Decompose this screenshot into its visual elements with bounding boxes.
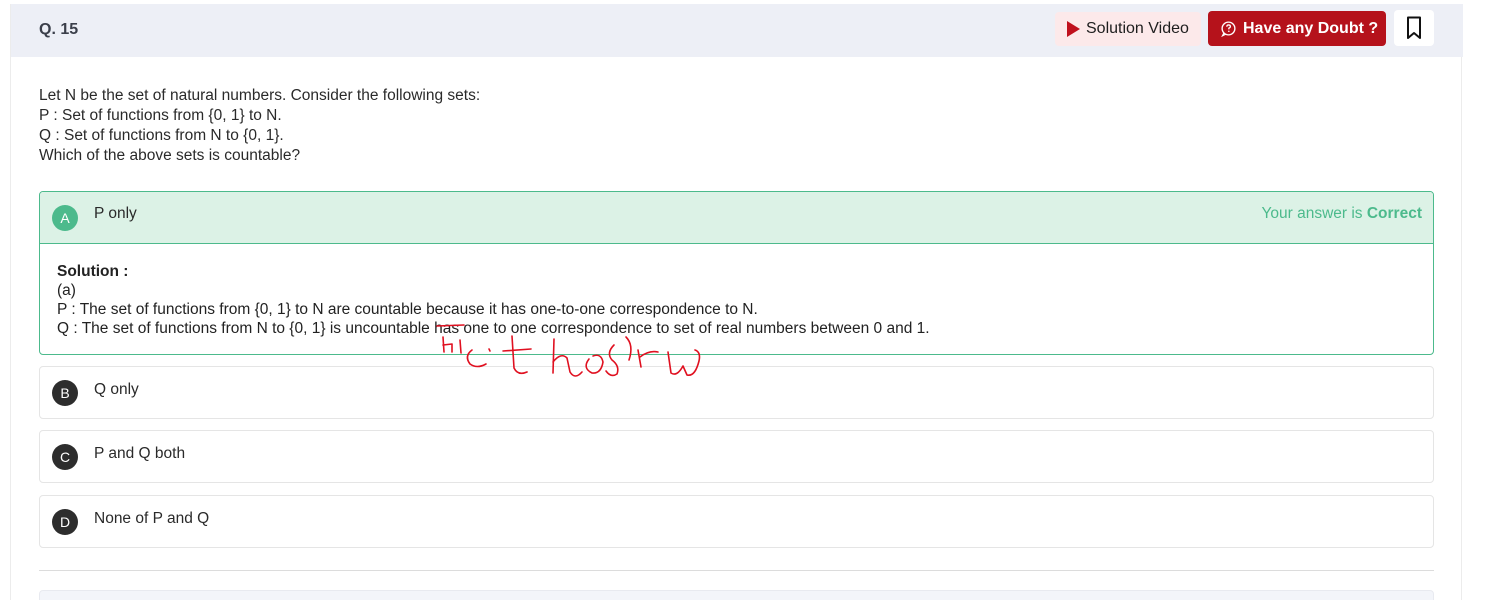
solution-line: (a) [57,282,76,299]
bookmark-icon [1407,16,1421,39]
option-a-header[interactable]: A P only Your answer is Correct [40,192,1433,244]
question-line: Which of the above sets is countable? [39,147,301,164]
answer-verdict: Your answer is Correct [1261,205,1422,223]
question-card: Q. 15 Solution Video Have any Doubt ? Le… [10,4,1463,600]
question-bubble-icon [1221,21,1236,37]
solution-panel: Solution : (a) P : The set of functions … [40,244,1433,338]
play-icon [1067,21,1080,37]
option-letter-badge: A [52,205,78,231]
question-line: P : Set of functions from {0, 1} to N. [39,107,282,124]
option-letter-badge: C [52,444,78,470]
option-text: P only [94,205,137,222]
have-doubt-label: Have any Doubt ? [1243,19,1379,37]
option-b[interactable]: B Q only [39,366,1434,419]
solution-line: Q : The set of functions from N to {0, 1… [57,320,930,337]
option-text: P and Q both [94,445,186,462]
option-d[interactable]: D None of P and Q [39,495,1434,548]
option-text: None of P and Q [94,510,210,527]
solution-video-button[interactable]: Solution Video [1055,12,1201,46]
question-header: Q. 15 Solution Video Have any Doubt ? [11,4,1463,57]
solution-video-label: Solution Video [1086,20,1189,37]
next-section-card [39,590,1434,600]
question-text: Let N be the set of natural numbers. Con… [39,86,480,166]
option-a-correct: A P only Your answer is Correct Solution… [39,191,1434,355]
solution-line: P : The set of functions from {0, 1} to … [57,301,758,318]
option-letter-badge: D [52,509,78,535]
verdict-status: Correct [1366,205,1422,222]
question-number: Q. 15 [39,21,79,38]
question-line: Q : Set of functions from N to {0, 1}. [39,127,284,144]
verdict-prefix: Your answer is [1261,205,1367,222]
solution-title: Solution : [57,263,129,280]
option-letter-badge: B [52,380,78,406]
section-divider [39,570,1434,571]
bookmark-button[interactable] [1394,10,1434,46]
have-doubt-button[interactable]: Have any Doubt ? [1208,11,1386,46]
option-c[interactable]: C P and Q both [39,430,1434,483]
question-line: Let N be the set of natural numbers. Con… [39,87,481,104]
option-text: Q only [94,381,139,398]
